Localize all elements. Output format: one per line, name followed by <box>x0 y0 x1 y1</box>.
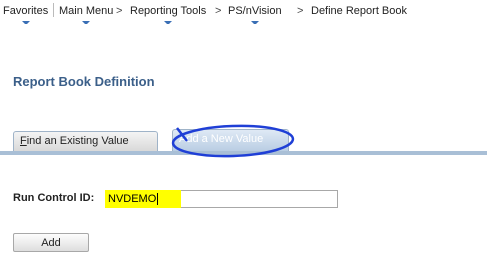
nav-main-menu[interactable]: Main Menu <box>59 5 114 24</box>
reporting-tools-dropdown-icon <box>164 21 173 24</box>
nav-psnvision[interactable]: PS/nVision <box>228 5 282 24</box>
nav-favorites-label: Favorites <box>3 5 49 17</box>
tab-find-access-key: F <box>20 135 27 147</box>
nav-reporting-tools[interactable]: Reporting Tools <box>130 5 207 24</box>
breadcrumb-separator: > <box>297 5 304 17</box>
add-button[interactable]: Add <box>13 233 89 252</box>
nav-define-report-book[interactable]: Define Report Book <box>311 5 407 17</box>
run-control-id-value: NVDEMO <box>108 193 157 205</box>
nav-psnvision-label: PS/nVision <box>228 5 282 17</box>
navigation-bar: Favorites Main Menu > Reporting Tools > … <box>0 0 487 24</box>
tab-find-label: ind an Existing Value <box>26 135 129 147</box>
run-control-id-label: Run Control ID: <box>13 192 95 204</box>
nav-main-menu-label: Main Menu <box>59 5 114 17</box>
main-menu-dropdown-icon <box>82 21 91 24</box>
tab-find-existing-value[interactable]: Find an Existing Value <box>13 131 158 151</box>
text-cursor <box>157 193 158 205</box>
tab-add-label: Add a New Value <box>179 133 264 145</box>
breadcrumb-separator: > <box>215 5 222 17</box>
page-title: Report Book Definition <box>13 74 155 89</box>
tab-add-new-value[interactable]: Add a New Value <box>172 129 289 151</box>
nav-divider <box>53 3 54 17</box>
psnvision-dropdown-icon <box>250 21 259 24</box>
breadcrumb-separator: > <box>116 5 123 17</box>
nav-reporting-tools-label: Reporting Tools <box>130 5 207 17</box>
tab-strip-line <box>0 151 487 155</box>
favorites-dropdown-icon <box>21 21 30 24</box>
nav-favorites[interactable]: Favorites <box>3 5 49 24</box>
